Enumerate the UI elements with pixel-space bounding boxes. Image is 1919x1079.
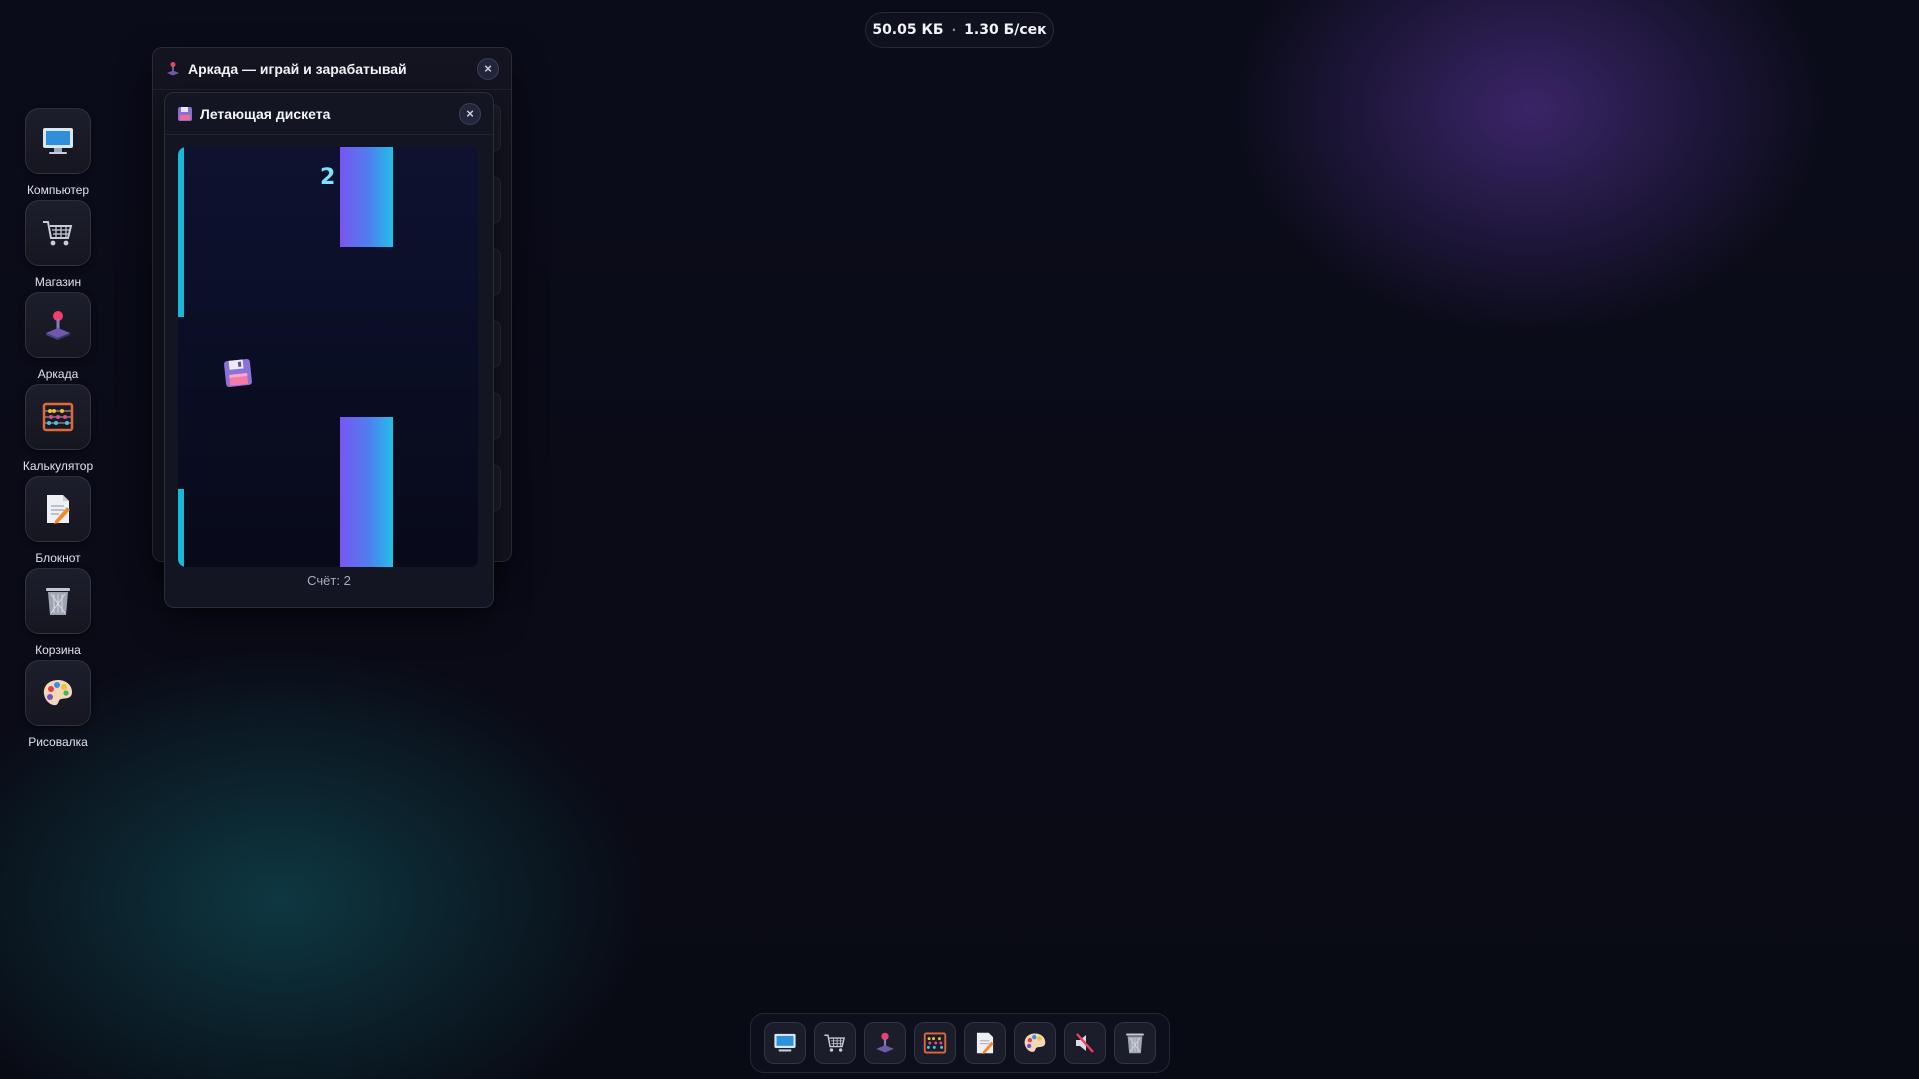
notepad-icon [976, 1032, 994, 1054]
desktop-icon-trash[interactable]: Корзина [14, 568, 102, 657]
pipe-top [340, 147, 393, 247]
score-label: Счёт: 2 [307, 573, 351, 588]
pipe-bottom [340, 417, 393, 567]
status-separator: · [951, 23, 957, 37]
abacus-icon [42, 402, 74, 432]
taskbar-trash-button[interactable] [1114, 1022, 1156, 1064]
floppy-disk-player-icon [224, 359, 252, 387]
desktop-icon-label: Корзина [35, 643, 81, 657]
computer-icon [43, 128, 73, 154]
taskbar-computer-button[interactable] [764, 1022, 806, 1064]
pipe-top-left [178, 147, 184, 317]
palette-icon [43, 680, 72, 706]
cart-icon [43, 221, 73, 246]
desktop-icon-arcade[interactable]: Аркада [14, 292, 102, 381]
taskbar-calculator-button[interactable] [914, 1022, 956, 1064]
desktop-icon-paint[interactable]: Рисовалка [14, 660, 102, 749]
game-canvas[interactable]: 2 [178, 147, 478, 567]
taskbar [750, 1013, 1170, 1073]
desktop-icon-label: Магазин [34, 275, 82, 289]
desktop-icon-notepad[interactable]: Блокнот [14, 476, 102, 565]
arcade-close-button[interactable]: × [477, 57, 499, 80]
taskbar-sound-button[interactable] [1064, 1022, 1106, 1064]
trash-icon [1126, 1033, 1144, 1054]
desktop-icon-label: Аркада [37, 367, 79, 381]
joystick-icon [46, 311, 70, 340]
desktop-icon-computer[interactable]: Компьютер [14, 108, 102, 197]
floppy-disk-icon [178, 106, 192, 121]
cart-icon [824, 1034, 846, 1052]
taskbar-shop-button[interactable] [814, 1022, 856, 1064]
taskbar-paint-button[interactable] [1014, 1022, 1056, 1064]
joystick-icon [167, 61, 179, 75]
game-score-overlay: 2 [320, 165, 336, 190]
palette-icon [1024, 1033, 1046, 1052]
desktop-icon-shop[interactable]: Магазин [14, 200, 102, 289]
notepad-icon [47, 495, 70, 524]
storage-amount: 50.05 КБ [872, 22, 944, 38]
taskbar-notepad-button[interactable] [964, 1022, 1006, 1064]
desktop-icon-label: Рисовалка [28, 735, 88, 749]
trash-icon [46, 588, 70, 615]
speaker-muted-icon [1076, 1033, 1094, 1053]
arcade-window-titlebar[interactable]: Аркада — играй и зарабатывай × [153, 48, 511, 90]
desktop-icon-label: Блокнот [35, 551, 81, 565]
joystick-icon [876, 1032, 894, 1053]
desktop-icon-label: Калькулятор [22, 459, 94, 473]
desktop-icon-label: Компьютер [26, 183, 90, 197]
computer-icon [774, 1033, 796, 1052]
earning-speed: 1.30 Б/сек [964, 22, 1047, 38]
pipe-bottom-left [178, 489, 184, 567]
taskbar-arcade-button[interactable] [864, 1022, 906, 1064]
game-window-titlebar[interactable]: Летающая дискета × [165, 93, 493, 135]
abacus-icon [923, 1032, 947, 1054]
arcade-window-title: Аркада — играй и зарабатывай [188, 60, 407, 77]
storage-status-pill: 50.05 КБ · 1.30 Б/сек [865, 12, 1054, 48]
game-window-title: Летающая дискета [200, 105, 331, 122]
desktop-icon-calculator[interactable]: Калькулятор [14, 384, 102, 473]
game-close-button[interactable]: × [459, 102, 481, 125]
flappy-floppy-window[interactable]: Летающая дискета × 2 Счёт: 2 [164, 92, 494, 608]
